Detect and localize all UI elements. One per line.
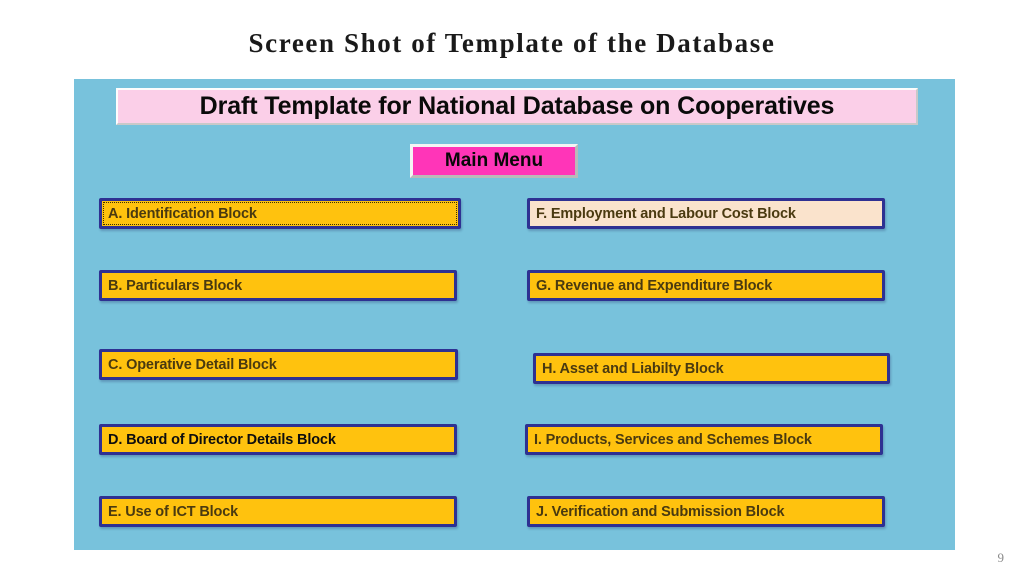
main-menu-button[interactable]: Main Menu: [410, 144, 578, 178]
block-button-g[interactable]: G. Revenue and Expenditure Block: [527, 270, 885, 301]
block-button-h[interactable]: H. Asset and Liabilty Block: [533, 353, 890, 384]
block-button-i[interactable]: I. Products, Services and Schemes Block: [525, 424, 883, 455]
block-button-label: C. Operative Detail Block: [108, 356, 277, 373]
block-button-d[interactable]: D. Board of Director Details Block: [99, 424, 457, 455]
page-title: Screen Shot of Template of the Database: [248, 28, 776, 58]
block-button-j[interactable]: J. Verification and Submission Block: [527, 496, 885, 527]
app-header-banner: Draft Template for National Database on …: [116, 88, 918, 125]
block-button-a[interactable]: A. Identification Block: [99, 198, 461, 229]
block-button-label: G. Revenue and Expenditure Block: [536, 277, 773, 294]
block-button-label: J. Verification and Submission Block: [536, 503, 785, 520]
app-header-banner-label: Draft Template for National Database on …: [199, 92, 835, 120]
block-button-label: A. Identification Block: [108, 205, 257, 222]
application-screenshot-panel: Draft Template for National Database on …: [74, 79, 955, 550]
block-button-label: E. Use of ICT Block: [108, 503, 239, 520]
block-button-label: B. Particulars Block: [108, 277, 242, 294]
block-button-c[interactable]: C. Operative Detail Block: [99, 349, 458, 380]
main-menu-button-label: Main Menu: [444, 150, 544, 171]
slide-page-number: 9: [997, 550, 1005, 565]
block-button-label: D. Board of Director Details Block: [108, 431, 336, 448]
block-button-f[interactable]: F. Employment and Labour Cost Block: [527, 198, 885, 229]
block-button-b[interactable]: B. Particulars Block: [99, 270, 457, 301]
block-button-label: H. Asset and Liabilty Block: [542, 360, 724, 377]
block-button-label: F. Employment and Labour Cost Block: [536, 205, 796, 222]
block-button-e[interactable]: E. Use of ICT Block: [99, 496, 457, 527]
block-button-label: I. Products, Services and Schemes Block: [534, 431, 812, 448]
